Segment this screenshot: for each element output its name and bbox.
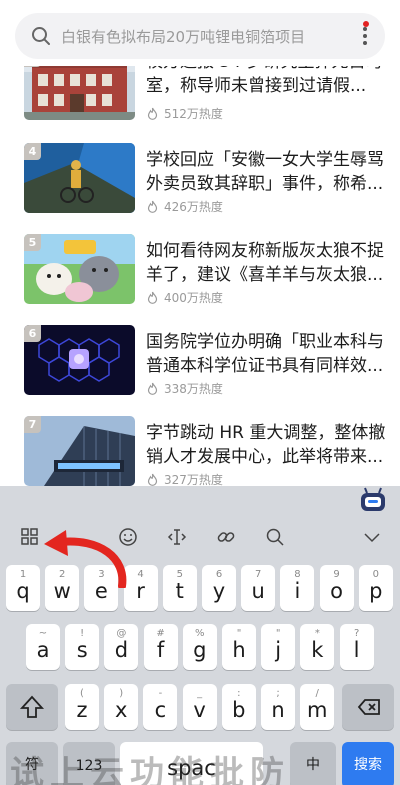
item-title[interactable]: 如何看待网友称新版灰太狼不捉羊了，建议《喜羊羊与灰太狼... bbox=[146, 239, 386, 287]
key-d[interactable]: @ d bbox=[104, 624, 139, 670]
notification-dot bbox=[363, 21, 369, 27]
heat-info: 426万热度 bbox=[146, 198, 223, 215]
key-v[interactable]: _ v bbox=[182, 684, 217, 730]
key-char: v bbox=[193, 698, 206, 722]
key-t[interactable]: 5t bbox=[162, 565, 197, 611]
key-char: n bbox=[271, 698, 285, 722]
key-u[interactable]: 7u bbox=[241, 565, 276, 611]
key-char: z bbox=[76, 698, 88, 722]
search-icon[interactable] bbox=[265, 527, 285, 547]
key-char: g bbox=[193, 638, 207, 662]
key-char: a bbox=[36, 638, 50, 662]
key-k[interactable]: * k bbox=[300, 624, 335, 670]
key-n[interactable]: ; n bbox=[261, 684, 295, 730]
flame-icon bbox=[147, 107, 158, 120]
flame-icon bbox=[147, 291, 158, 304]
key-char: c bbox=[154, 698, 167, 722]
key-char: m bbox=[306, 698, 328, 722]
rank-badge: 7 bbox=[24, 416, 41, 433]
backspace-icon bbox=[357, 699, 380, 715]
key-char: x bbox=[114, 698, 128, 722]
heat-info: 338万热度 bbox=[146, 380, 223, 397]
bottom-banner: 试上云功能批防 bbox=[0, 752, 400, 785]
grid-icon[interactable] bbox=[20, 527, 40, 547]
heat-info: 512万热度 bbox=[146, 105, 223, 122]
key-char: f bbox=[156, 638, 165, 662]
list-item[interactable]: 6 国务院学位办明确「职业本科与普通本科学位证书具有同样效... 338万热度 bbox=[0, 325, 400, 405]
item-title[interactable]: 学校回应「安徽一女大学生辱骂外卖员致其辞职」事件，称希... bbox=[146, 148, 386, 196]
list-item[interactable]: 5 如何看待网友称新版灰太狼不捉羊了，建议《喜羊羊与灰太狼... 400万热度 bbox=[0, 234, 400, 314]
rank-badge: 4 bbox=[24, 143, 41, 160]
key-z[interactable]: (z bbox=[65, 684, 99, 730]
thumbnail-image: 5 bbox=[24, 234, 135, 304]
shift-icon bbox=[19, 695, 45, 718]
key-char: o bbox=[330, 579, 344, 603]
key-h[interactable]: " h bbox=[222, 624, 256, 670]
key-char: q bbox=[16, 579, 30, 603]
thumbnail-image: 4 bbox=[24, 143, 135, 213]
key-a[interactable]: ~ a bbox=[26, 624, 60, 670]
item-title[interactable]: 国务院学位办明确「职业本科与普通本科学位证书具有同样效... bbox=[146, 330, 386, 378]
key-char: t bbox=[175, 579, 184, 603]
key-g[interactable]: % g bbox=[182, 624, 217, 670]
key-i[interactable]: 8i bbox=[280, 565, 315, 611]
key-p[interactable]: 0p bbox=[358, 565, 393, 611]
backspace-key[interactable] bbox=[342, 684, 394, 730]
search-icon bbox=[32, 27, 50, 45]
flame-icon bbox=[147, 382, 158, 395]
list-item[interactable]: 4 学校回应「安徽一女大学生辱骂外卖员致其辞职」事件，称希... 426万热度 bbox=[0, 143, 400, 223]
search-bar[interactable]: 白银有色拟布局20万吨锂电铜箔项目 bbox=[15, 13, 385, 59]
robot-icon[interactable] bbox=[358, 485, 388, 515]
key-char: i bbox=[294, 579, 301, 603]
key-m[interactable]: / m bbox=[300, 684, 335, 730]
key-char: u bbox=[251, 579, 265, 603]
key-q[interactable]: 1q bbox=[6, 565, 40, 611]
key-char: y bbox=[212, 579, 226, 603]
item-title[interactable]: 字节跳动 HR 重大调整，整体撤销人才发展中心，此举将带来... bbox=[146, 421, 386, 469]
key-char: l bbox=[353, 638, 360, 662]
key-s[interactable]: ! s bbox=[65, 624, 100, 670]
key-y[interactable]: 6y bbox=[202, 565, 236, 611]
key-char: p bbox=[369, 579, 383, 603]
search-placeholder: 白银有色拟布局20万吨锂电铜箔项目 bbox=[61, 28, 306, 46]
key-l[interactable]: ? l bbox=[339, 624, 374, 670]
key-char: h bbox=[232, 638, 246, 662]
key-f[interactable]: # f bbox=[143, 624, 178, 670]
red-arrow-annotation bbox=[44, 530, 127, 588]
heat-value: 400万热度 bbox=[164, 291, 223, 305]
link-icon[interactable] bbox=[216, 527, 236, 547]
search-header: 白银有色拟布局20万吨锂电铜箔项目 bbox=[0, 0, 400, 66]
key-char: j bbox=[275, 638, 282, 662]
thumbnail-image: 6 bbox=[24, 325, 135, 395]
key-b[interactable]: :b bbox=[221, 684, 256, 730]
key-char: k bbox=[311, 638, 324, 662]
flame-icon bbox=[147, 473, 158, 486]
more-vertical-icon[interactable] bbox=[361, 25, 369, 47]
key-x[interactable]: ) x bbox=[104, 684, 139, 730]
banner-text: 试上云功能批防 bbox=[10, 754, 290, 785]
thumbnail-image: 7 bbox=[24, 416, 135, 486]
rank-badge: 6 bbox=[24, 325, 41, 342]
key-char: s bbox=[76, 638, 88, 662]
cursor-icon[interactable] bbox=[167, 527, 187, 547]
key-o[interactable]: 9o bbox=[319, 565, 354, 611]
heat-value: 338万热度 bbox=[164, 382, 223, 396]
heat-info: 400万热度 bbox=[146, 289, 223, 306]
key-c[interactable]: -c bbox=[143, 684, 178, 730]
key-char: b bbox=[232, 698, 246, 722]
rank-badge: 5 bbox=[24, 234, 41, 251]
heat-value: 426万热度 bbox=[164, 200, 223, 214]
key-j[interactable]: " j bbox=[261, 624, 296, 670]
flame-icon bbox=[147, 200, 158, 213]
key-char: d bbox=[114, 638, 129, 662]
shift-key[interactable] bbox=[6, 684, 58, 730]
collapse-icon[interactable] bbox=[362, 527, 382, 547]
heat-value: 512万热度 bbox=[164, 107, 223, 121]
list-item[interactable]: 7 字节跳动 HR 重大调整，整体撤销人才发展中心，此举将带来... 327万热… bbox=[0, 416, 400, 496]
